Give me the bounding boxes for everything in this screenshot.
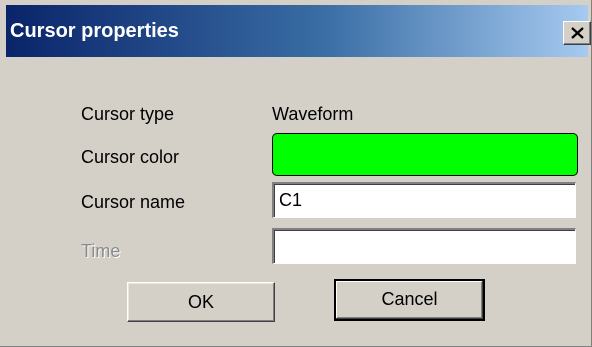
cursor-color-swatch[interactable] — [272, 133, 578, 176]
cursor-name-label: Cursor name — [81, 192, 186, 212]
ok-button[interactable]: OK — [127, 282, 275, 322]
cursor-type-label: Cursor type — [81, 104, 175, 124]
title-bar[interactable]: Cursor properties — [6, 5, 591, 57]
time-label: Time — [81, 241, 121, 261]
cursor-properties-dialog: Cursor properties Cursor type Waveform C… — [0, 0, 592, 347]
cancel-button[interactable]: Cancel — [334, 279, 485, 321]
close-button[interactable] — [563, 21, 591, 45]
dialog-title: Cursor properties — [10, 20, 179, 42]
cursor-color-label: Cursor color — [81, 147, 180, 167]
cursor-type-value: Waveform — [272, 104, 354, 124]
cursor-name-field[interactable] — [272, 182, 576, 218]
close-icon — [571, 27, 584, 39]
time-field[interactable] — [272, 228, 576, 264]
